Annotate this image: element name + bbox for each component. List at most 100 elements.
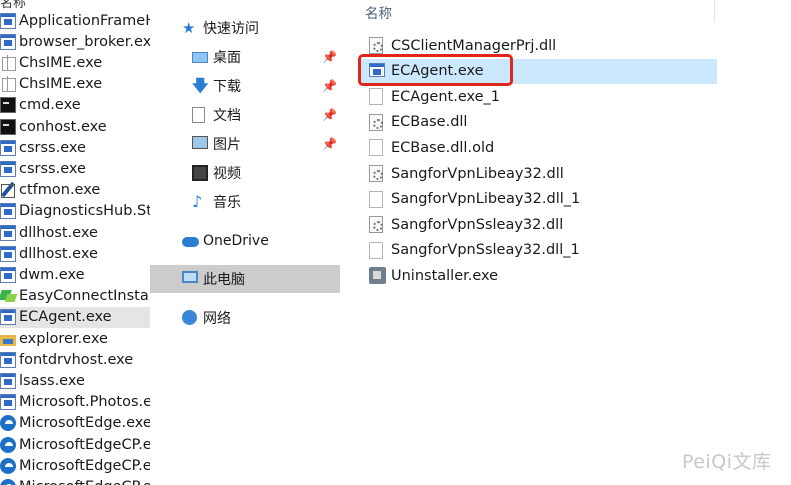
ime-icon [0,76,16,93]
pin-icon[interactable]: 📌 [322,79,337,93]
process-row[interactable]: MicrosoftEdgeCP.e [0,434,150,455]
process-row[interactable]: ChsIME.exe [0,74,150,95]
process-row[interactable]: browser_broker.exe [0,31,150,52]
process-row[interactable]: ECAgent.exe [0,306,150,328]
nav-item-label: 文档 [213,108,241,124]
nav-item-label: 此电脑 [203,272,245,288]
window-app-icon [0,203,16,220]
process-name: csrss.exe [19,139,86,156]
file-name: ECBase.dll.old [391,139,495,156]
process-row[interactable]: ApplicationFrameH [0,10,150,31]
process-row[interactable]: dwm.exe [0,264,150,285]
window-app-icon [0,266,16,283]
nav-item-download[interactable]: 🡇 下载 📌 [150,72,340,100]
pin-icon[interactable]: 📌 [322,50,337,64]
file-name: SangforVpnSsleay32.dll [391,216,564,233]
process-name: EasyConnectInstalle [19,288,150,305]
process-row[interactable]: cmd.exe [0,95,150,116]
process-name: browser_broker.exe [19,33,150,50]
computer-icon [182,271,198,283]
edge-icon [0,457,16,474]
folder-icon [0,331,16,347]
pin-icon[interactable]: 📌 [322,137,337,151]
process-row[interactable]: csrss.exe [0,137,150,158]
blank-file-icon [369,88,383,106]
process-row[interactable]: csrss.exe [0,158,150,179]
file-row[interactable]: ECAgent.exe_1 [360,84,717,109]
process-name: ctfmon.exe [19,182,101,199]
nav-item-label: 桌面 [213,50,241,66]
nav-item-network[interactable]: 网络 [150,304,340,332]
column-divider[interactable] [714,0,715,22]
file-name: Uninstaller.exe [391,267,499,284]
nav-item-music[interactable]: ♪ 音乐 [150,188,340,216]
nav-item-pictures[interactable]: 图片 📌 [150,130,340,158]
process-row[interactable]: fontdrvhost.exe [0,349,150,370]
process-row[interactable]: dllhost.exe [0,243,150,264]
process-row[interactable]: MicrosoftEdgeCP.e [0,476,150,485]
window-app-icon [0,351,16,368]
process-row[interactable]: explorer.exe [0,328,150,349]
dll-file-icon [369,216,383,234]
process-row[interactable]: lsass.exe [0,370,150,391]
edge-icon [0,415,16,432]
process-name: conhost.exe [19,118,107,135]
nav-item-label: 视频 [213,166,241,182]
nav-item-document[interactable]: 文档 📌 [150,101,340,129]
file-row[interactable]: SangforVpnLibeay32.dll [360,161,717,186]
star-icon: ★ [182,19,196,37]
nav-item-star[interactable]: ★ 快速访问 [150,14,340,42]
process-name: MicrosoftEdge.exe [19,415,150,432]
network-icon [182,310,197,325]
file-row[interactable]: ECBase.dll [360,110,717,135]
window-app-icon [0,309,16,326]
process-name: ApplicationFrameH [19,12,150,29]
uninstaller-icon [369,267,386,285]
file-row[interactable]: SangforVpnSsleay32.dll [360,212,717,237]
process-row[interactable]: conhost.exe [0,116,150,137]
file-row[interactable]: Uninstaller.exe [360,263,717,288]
process-row[interactable]: ctfmon.exe [0,180,150,201]
highlight-annotation-box [358,54,513,86]
window-app-icon [0,372,16,389]
process-row[interactable]: DiagnosticsHub.Sta [0,201,150,222]
nav-item-label: 快速访问 [203,21,259,37]
nav-item-label: 网络 [203,311,231,327]
process-name: fontdrvhost.exe [19,351,134,368]
process-row[interactable]: MicrosoftEdgeCP.e [0,455,150,476]
nav-item-cloud[interactable]: OneDrive [150,227,340,255]
cmd-icon [0,97,16,114]
nav-item-computer[interactable]: 此电脑 [150,265,340,293]
window-app-icon [0,139,16,156]
pin-icon[interactable]: 📌 [322,108,337,122]
cloud-icon [182,237,199,247]
process-row[interactable]: EasyConnectInstalle [0,286,150,307]
process-name: dllhost.exe [19,245,98,262]
process-name: dwm.exe [19,266,85,283]
process-row[interactable]: Microsoft.Photos.ex [0,392,150,413]
file-name: CSClientManagerPrj.dll [391,37,557,54]
window-app-icon [0,245,16,262]
file-row[interactable]: SangforVpnSsleay32.dll_1 [360,238,717,263]
process-name: cmd.exe [19,97,81,114]
process-row[interactable]: ChsIME.exe [0,52,150,73]
file-row[interactable]: ECBase.dll.old [360,135,717,160]
blank-file-icon [369,190,383,208]
dll-file-icon [369,113,383,131]
process-name: ECAgent.exe [19,309,112,326]
document-icon [192,107,205,123]
process-name: DiagnosticsHub.Sta [19,203,150,220]
music-icon: ♪ [192,192,203,211]
easyconnect-icon [0,288,16,304]
window-app-icon [0,224,16,241]
nav-item-video[interactable]: 视频 [150,159,340,187]
file-row[interactable]: SangforVpnLibeay32.dll_1 [360,187,717,212]
download-icon: 🡇 [192,76,209,95]
nav-item-desktop[interactable]: 桌面 📌 [150,43,340,71]
process-name: csrss.exe [19,160,86,177]
process-row[interactable]: dllhost.exe [0,222,150,243]
process-name: dllhost.exe [19,224,98,241]
process-row[interactable]: MicrosoftEdge.exe [0,413,150,434]
name-column-header[interactable]: 名称 [365,2,392,22]
file-name: SangforVpnLibeay32.dll_1 [391,191,581,208]
